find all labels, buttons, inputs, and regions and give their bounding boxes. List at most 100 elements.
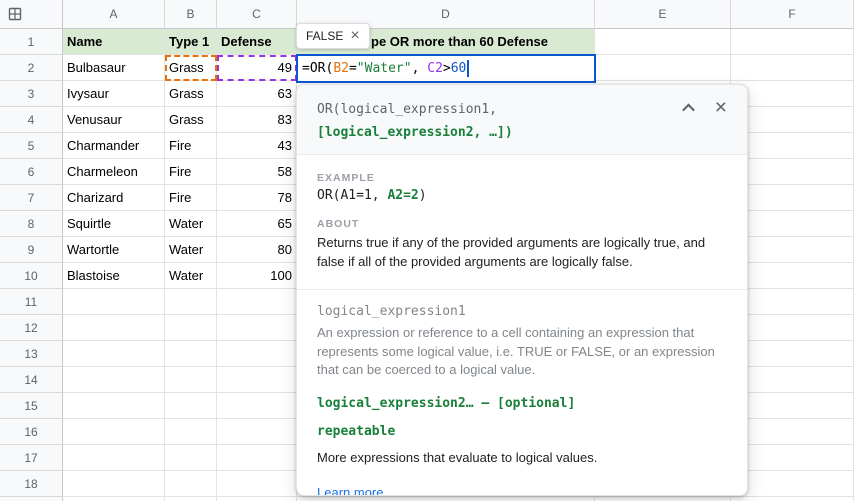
row-header-16[interactable]: 16 xyxy=(0,419,63,445)
cell-F1[interactable] xyxy=(731,29,854,55)
row-header-15[interactable]: 15 xyxy=(0,393,63,419)
cell-B1[interactable]: Type 1 xyxy=(165,29,217,55)
cell-B5[interactable]: Fire xyxy=(165,133,217,159)
row-header-11[interactable]: 11 xyxy=(0,289,63,315)
cell-C14[interactable] xyxy=(217,367,297,393)
cell-A5[interactable]: Charmander xyxy=(63,133,165,159)
row-header-10[interactable]: 10 xyxy=(0,263,63,289)
cell-B13[interactable] xyxy=(165,341,217,367)
chip-close-icon[interactable]: × xyxy=(350,28,359,44)
cell-A11[interactable] xyxy=(63,289,165,315)
row-header-18[interactable]: 18 xyxy=(0,471,63,497)
cell-A13[interactable] xyxy=(63,341,165,367)
cell-F11[interactable] xyxy=(731,289,854,315)
cell-A9[interactable]: Wartortle xyxy=(63,237,165,263)
row-header-17[interactable]: 17 xyxy=(0,445,63,471)
cell-B8[interactable]: Water xyxy=(165,211,217,237)
cell-A17[interactable] xyxy=(63,445,165,471)
row-header-3[interactable]: 3 xyxy=(0,81,63,107)
cell-C15[interactable] xyxy=(217,393,297,419)
cell-C12[interactable] xyxy=(217,315,297,341)
cell-B19[interactable] xyxy=(165,497,217,501)
cell-B4[interactable]: Grass xyxy=(165,107,217,133)
cell-C8[interactable]: 65 xyxy=(217,211,297,237)
cell-C2[interactable]: 49 xyxy=(217,55,297,81)
select-all-corner[interactable] xyxy=(0,0,63,29)
cell-F14[interactable] xyxy=(731,367,854,393)
cell-C11[interactable] xyxy=(217,289,297,315)
learn-more-link[interactable]: Learn more xyxy=(317,485,383,496)
cell-C3[interactable]: 63 xyxy=(217,81,297,107)
cell-F7[interactable] xyxy=(731,185,854,211)
row-header-1[interactable]: 1 xyxy=(0,29,63,55)
row-header-4[interactable]: 4 xyxy=(0,107,63,133)
cell-F10[interactable] xyxy=(731,263,854,289)
row-header-6[interactable]: 6 xyxy=(0,159,63,185)
cell-F3[interactable] xyxy=(731,81,854,107)
cell-B9[interactable]: Water xyxy=(165,237,217,263)
cell-F12[interactable] xyxy=(731,315,854,341)
cell-F8[interactable] xyxy=(731,211,854,237)
column-header-E[interactable]: E xyxy=(595,0,731,29)
cell-F18[interactable] xyxy=(731,471,854,497)
cell-B6[interactable]: Fire xyxy=(165,159,217,185)
cell-F19[interactable] xyxy=(731,497,854,501)
column-header-A[interactable]: A xyxy=(63,0,165,29)
row-header-13[interactable]: 13 xyxy=(0,341,63,367)
cell-F16[interactable] xyxy=(731,419,854,445)
row-header-14[interactable]: 14 xyxy=(0,367,63,393)
cell-C4[interactable]: 83 xyxy=(217,107,297,133)
row-header-5[interactable]: 5 xyxy=(0,133,63,159)
cell-editor-d2[interactable]: =OR(B2="Water", C2>60 xyxy=(296,54,596,83)
row-header-8[interactable]: 8 xyxy=(0,211,63,237)
row-header-9[interactable]: 9 xyxy=(0,237,63,263)
cell-F9[interactable] xyxy=(731,237,854,263)
cell-B18[interactable] xyxy=(165,471,217,497)
cell-F4[interactable] xyxy=(731,107,854,133)
row-header-12[interactable]: 12 xyxy=(0,315,63,341)
cell-C1[interactable]: Defense xyxy=(217,29,297,55)
cell-D19[interactable] xyxy=(297,497,595,501)
cell-B2[interactable]: Grass xyxy=(165,55,217,81)
cell-A10[interactable]: Blastoise xyxy=(63,263,165,289)
cell-C9[interactable]: 80 xyxy=(217,237,297,263)
cell-B10[interactable]: Water xyxy=(165,263,217,289)
cell-A16[interactable] xyxy=(63,419,165,445)
cell-A15[interactable] xyxy=(63,393,165,419)
cell-E2[interactable] xyxy=(595,55,731,81)
cell-C10[interactable]: 100 xyxy=(217,263,297,289)
cell-A12[interactable] xyxy=(63,315,165,341)
row-header-19[interactable]: 19 xyxy=(0,497,63,501)
cell-E1[interactable] xyxy=(595,29,731,55)
cell-C7[interactable]: 78 xyxy=(217,185,297,211)
cell-A14[interactable] xyxy=(63,367,165,393)
cell-F13[interactable] xyxy=(731,341,854,367)
cell-F15[interactable] xyxy=(731,393,854,419)
cell-C17[interactable] xyxy=(217,445,297,471)
column-header-B[interactable]: B xyxy=(165,0,217,29)
cell-B7[interactable]: Fire xyxy=(165,185,217,211)
cell-A19[interactable] xyxy=(63,497,165,501)
column-header-F[interactable]: F xyxy=(731,0,854,29)
row-header-2[interactable]: 2 xyxy=(0,55,63,81)
cell-F5[interactable] xyxy=(731,133,854,159)
cell-A7[interactable]: Charizard xyxy=(63,185,165,211)
cell-B16[interactable] xyxy=(165,419,217,445)
cell-A8[interactable]: Squirtle xyxy=(63,211,165,237)
cell-C18[interactable] xyxy=(217,471,297,497)
cell-A18[interactable] xyxy=(63,471,165,497)
cell-B15[interactable] xyxy=(165,393,217,419)
cell-B3[interactable]: Grass xyxy=(165,81,217,107)
cell-F6[interactable] xyxy=(731,159,854,185)
row-header-7[interactable]: 7 xyxy=(0,185,63,211)
cell-F17[interactable] xyxy=(731,445,854,471)
cell-C13[interactable] xyxy=(217,341,297,367)
cell-B14[interactable] xyxy=(165,367,217,393)
cell-C16[interactable] xyxy=(217,419,297,445)
cell-B17[interactable] xyxy=(165,445,217,471)
cell-B11[interactable] xyxy=(165,289,217,315)
cell-B12[interactable] xyxy=(165,315,217,341)
cell-A1[interactable]: Name xyxy=(63,29,165,55)
cell-C19[interactable] xyxy=(217,497,297,501)
cell-F2[interactable] xyxy=(731,55,854,81)
